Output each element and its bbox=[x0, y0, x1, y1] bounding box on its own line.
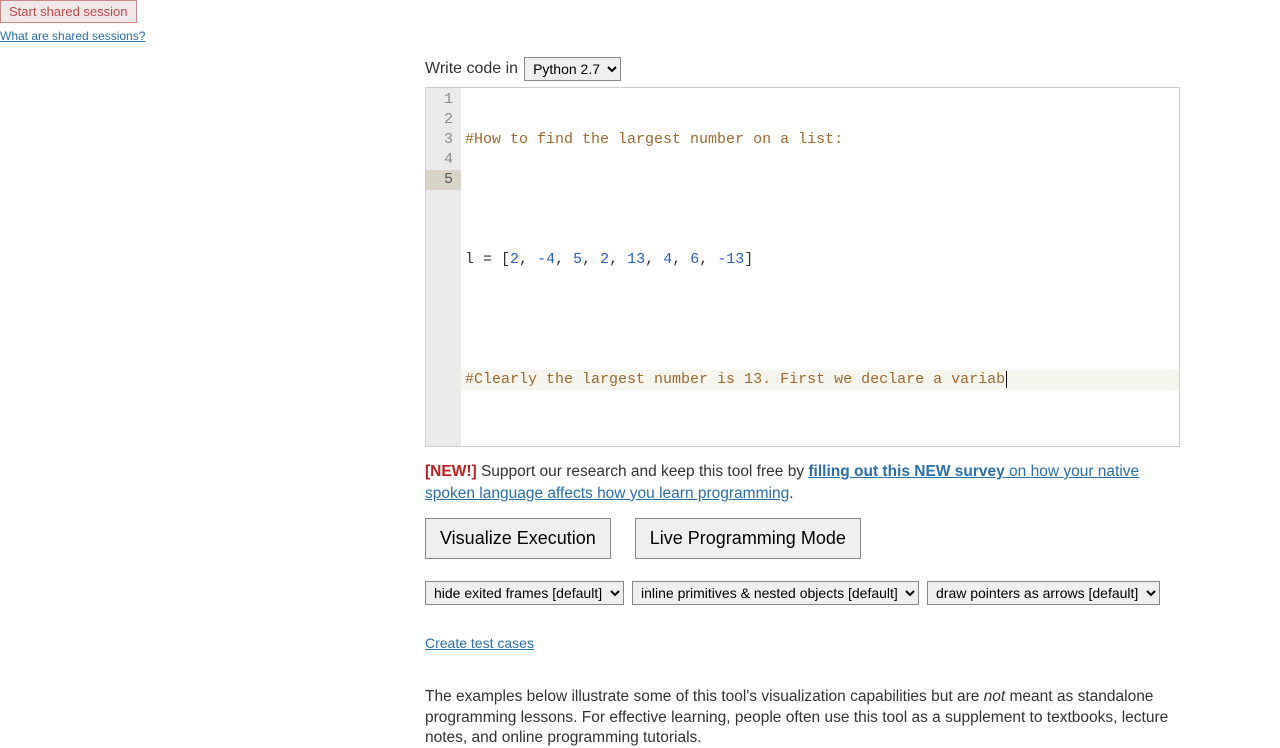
shared-sessions-link[interactable]: What are shared sessions? bbox=[0, 29, 145, 43]
code-line-2 bbox=[465, 190, 1175, 210]
start-shared-session-button[interactable]: Start shared session bbox=[0, 0, 137, 23]
code-line-5: #Clearly the largest number is 13. First… bbox=[461, 370, 1179, 390]
code-area[interactable]: #How to find the largest number on a lis… bbox=[461, 88, 1179, 446]
code-editor[interactable]: 12345 #How to find the largest number on… bbox=[425, 87, 1180, 447]
frames-option-select[interactable]: hide exited frames [default] bbox=[425, 581, 624, 605]
survey-message: [NEW!] Support our research and keep thi… bbox=[425, 461, 1180, 504]
live-programming-button[interactable]: Live Programming Mode bbox=[635, 518, 861, 559]
write-code-label: Write code in bbox=[425, 60, 518, 78]
text-cursor bbox=[1006, 371, 1007, 388]
code-line-4 bbox=[465, 310, 1175, 330]
code-line-3: l = [2, -4, 5, 2, 13, 4, 6, -13] bbox=[465, 250, 1175, 270]
visualize-execution-button[interactable]: Visualize Execution bbox=[425, 518, 611, 559]
create-test-cases-link[interactable]: Create test cases bbox=[425, 635, 534, 651]
examples-note: The examples below illustrate some of th… bbox=[425, 687, 1180, 747]
code-line-1: #How to find the largest number on a lis… bbox=[465, 131, 843, 148]
line-number-gutter: 12345 bbox=[426, 88, 461, 446]
new-badge: [NEW!] bbox=[425, 463, 477, 480]
language-select[interactable]: Python 2.7 bbox=[524, 57, 621, 81]
pointers-option-select[interactable]: draw pointers as arrows [default] bbox=[927, 581, 1160, 605]
primitives-option-select[interactable]: inline primitives & nested objects [defa… bbox=[632, 581, 919, 605]
survey-link[interactable]: filling out this NEW survey bbox=[808, 463, 1004, 480]
